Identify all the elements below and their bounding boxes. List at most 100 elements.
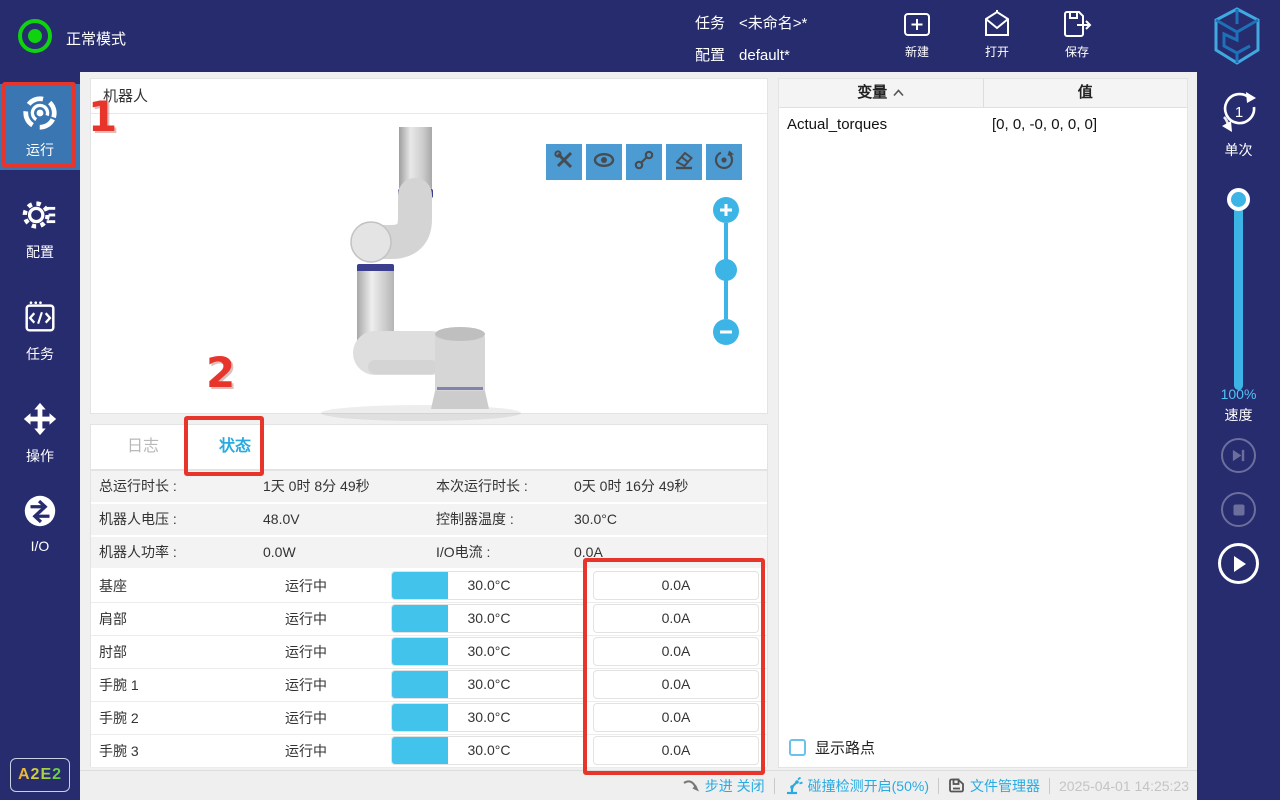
run-icon [21, 94, 59, 135]
speed-slider-track[interactable] [1234, 200, 1243, 390]
tab-status[interactable]: 状态 [189, 425, 281, 469]
sidebar-item-label: I/O [31, 538, 50, 554]
stop-button[interactable] [1221, 492, 1256, 527]
sidebar-item-run[interactable]: 运行 [0, 84, 80, 170]
bottom-status-bar: 步进 关闭 碰撞检测开启(50%) 文件管理器 2025-04-01 14:25… [80, 770, 1197, 800]
robot-panel-title: 机器人 [91, 79, 767, 114]
info-label: 本次运行时长 : [436, 471, 528, 502]
mode-status-dot [28, 29, 42, 43]
joint-current: 0.0A [593, 670, 759, 699]
file-manager-button[interactable]: 文件管理器 [948, 776, 1040, 796]
open-task-button[interactable]: 打开 [973, 8, 1021, 60]
eraser-button[interactable] [666, 144, 702, 180]
zoom-in-button[interactable] [713, 197, 739, 223]
speed-percentage: 100% [1197, 386, 1280, 402]
joint-name: 手腕 2 [99, 702, 139, 735]
tools-button[interactable] [546, 144, 582, 180]
mode-status-indicator [18, 19, 52, 53]
joint-current: 0.0A [593, 604, 759, 633]
config-value: default* [739, 47, 790, 64]
joint-current: 0.0A [593, 571, 759, 600]
tab-log[interactable]: 日志 [97, 425, 189, 469]
variables-panel: 变量 值 Actual_torques [0, 0, -0, 0, 0, 0] … [778, 78, 1188, 768]
robot-3d-view[interactable] [271, 121, 591, 426]
sidebar-item-config[interactable]: 配置 [0, 186, 80, 272]
path-button[interactable] [626, 144, 662, 180]
collision-detection-toggle[interactable]: 碰撞检测开启(50%) [784, 776, 929, 796]
variables-header: 变量 值 [779, 79, 1187, 108]
joint-temp-cell: 30.0°C [391, 736, 587, 765]
variables-header-name[interactable]: 变量 [779, 79, 984, 107]
joint-temp-cell: 30.0°C [391, 571, 587, 600]
joint-current: 0.0A [593, 703, 759, 732]
visibility-button[interactable] [586, 144, 622, 180]
variables-header-value[interactable]: 值 [984, 79, 1188, 107]
save-task-label: 保存 [1053, 43, 1101, 60]
joint-status: 运行中 [251, 669, 361, 702]
variable-row[interactable]: Actual_torques [0, 0, -0, 0, 0, 0] [779, 108, 1187, 133]
zoom-out-button[interactable] [713, 319, 739, 345]
path-icon [633, 149, 655, 176]
joint-status: 运行中 [251, 603, 361, 636]
save-task-button[interactable]: 保存 [1053, 8, 1101, 60]
eye-icon [593, 149, 615, 176]
info-value: 0.0W [263, 537, 296, 568]
statusbar-separator [1049, 778, 1050, 794]
rotate-view-button[interactable] [706, 144, 742, 180]
speed-slider-knob[interactable] [1227, 188, 1250, 211]
eraser-icon [673, 149, 695, 176]
status-info-row: 总运行时长 : 1天 0时 8分 49秒 本次运行时长 : 0天 0时 16分 … [91, 471, 767, 504]
joint-row-wrist3: 手腕 3 运行中 30.0°C 0.0A [91, 735, 767, 768]
show-waypoints-label: 显示路点 [815, 737, 875, 758]
joint-name: 肘部 [99, 636, 127, 669]
statusbar-timestamp: 2025-04-01 14:25:23 [1059, 778, 1189, 794]
joint-row-wrist2: 手腕 2 运行中 30.0°C 0.0A [91, 702, 767, 735]
step-next-button[interactable] [1221, 438, 1256, 473]
robot-view-panel: 机器人 [90, 78, 768, 414]
new-task-button[interactable]: 新建 [893, 8, 941, 60]
joint-status: 运行中 [251, 702, 361, 735]
sidebar-item-io[interactable]: I/O [0, 480, 80, 566]
view-toolbar [546, 144, 742, 180]
variable-value: [0, 0, -0, 0, 0, 0] [982, 116, 1187, 133]
sidebar-item-task[interactable]: 任务 [0, 288, 80, 374]
info-label: 机器人电压 : [99, 504, 177, 535]
save-task-icon [1053, 8, 1101, 40]
top-bar: 正常模式 任务<未命名>* 配置default* 新建 打开 [0, 0, 1280, 72]
info-label: I/O电流 : [436, 537, 490, 568]
joint-temp: 30.0°C [392, 605, 586, 632]
new-task-icon [893, 8, 941, 40]
open-task-icon [973, 8, 1021, 40]
play-button[interactable] [1218, 543, 1259, 584]
show-waypoints-checkbox[interactable] [789, 739, 806, 756]
collision-detection-icon [784, 777, 803, 795]
joint-current: 0.0A [593, 736, 759, 765]
new-task-label: 新建 [893, 43, 941, 60]
file-manager-icon [948, 777, 965, 794]
io-icon [21, 492, 59, 533]
collision-detection-label: 碰撞检测开启(50%) [808, 776, 929, 796]
stop-icon [1232, 503, 1246, 517]
log-status-tab-bar: 日志 状态 [90, 424, 768, 470]
joint-row-shoulder: 肩部 运行中 30.0°C 0.0A [91, 603, 767, 636]
play-icon [1230, 554, 1248, 574]
joint-temp: 30.0°C [392, 671, 586, 698]
step-mode-toggle[interactable]: 步进 关闭 [682, 776, 765, 796]
zoom-slider-knob[interactable] [715, 259, 737, 281]
joint-temp: 30.0°C [392, 572, 586, 599]
statusbar-separator [774, 778, 775, 794]
sidebar-item-operate[interactable]: 操作 [0, 390, 80, 476]
open-task-label: 打开 [973, 43, 1021, 60]
info-value: 1天 0时 8分 49秒 [263, 471, 370, 502]
info-value: 0.0A [574, 537, 603, 568]
sidebar-item-label: 任务 [26, 344, 54, 364]
info-label: 总运行时长 : [99, 471, 177, 502]
joint-name: 手腕 1 [99, 669, 139, 702]
task-label: 任务 [695, 15, 725, 32]
rotate-view-icon [713, 149, 735, 176]
config-gear-icon [21, 196, 59, 237]
config-label: 配置 [695, 47, 725, 64]
variable-name: Actual_torques [779, 116, 982, 133]
joint-status: 运行中 [251, 570, 361, 603]
run-mode-button[interactable]: 1 单次 [1197, 90, 1280, 160]
